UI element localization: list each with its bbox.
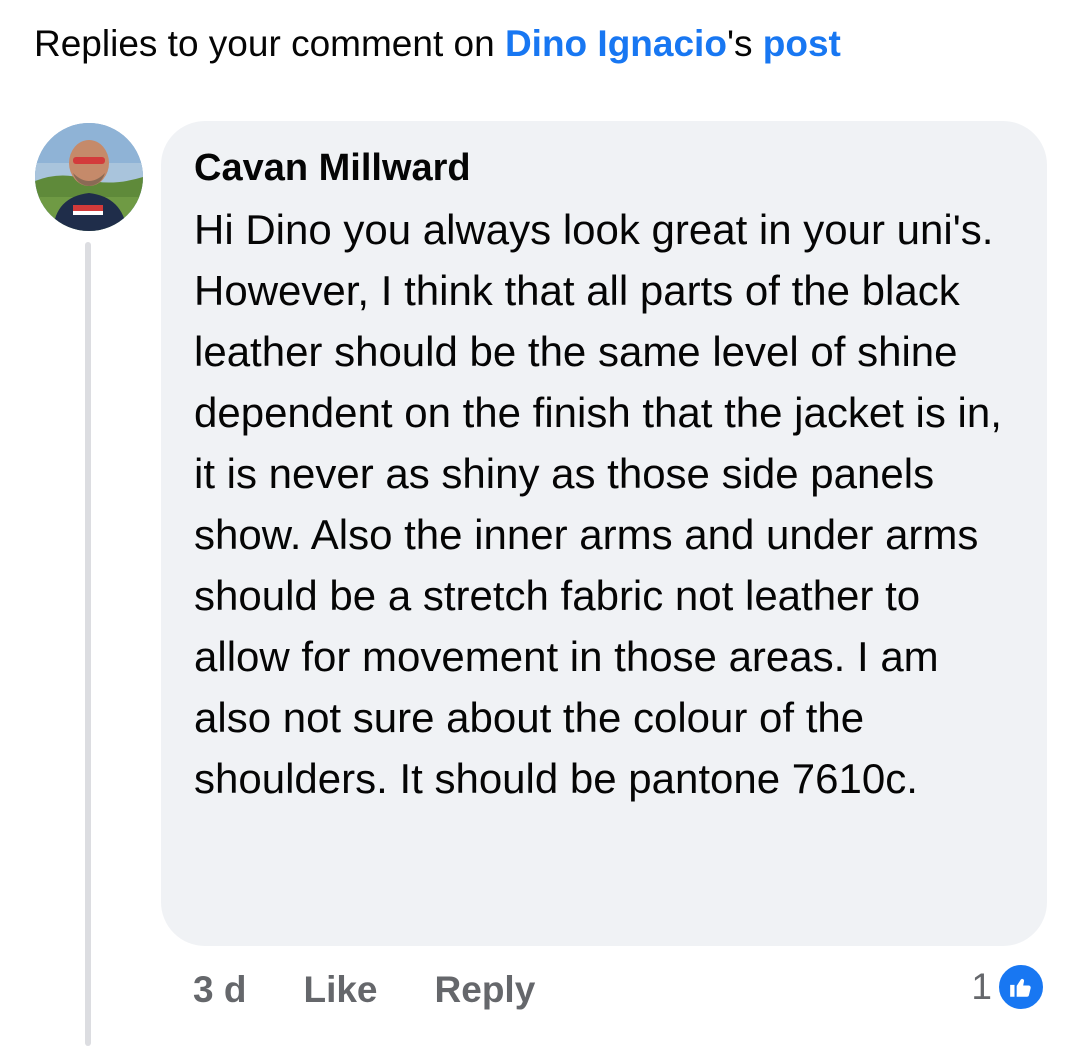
like-button[interactable]: Like	[303, 969, 377, 1011]
comment-bubble: Cavan Millward Hi Dino you always look g…	[161, 121, 1047, 946]
reaction-summary[interactable]: 1	[971, 962, 1046, 1012]
comment-timestamp[interactable]: 3 d	[193, 969, 246, 1011]
thread-line	[85, 242, 91, 1046]
post-link[interactable]: post	[763, 23, 841, 64]
reaction-count: 1	[971, 966, 992, 1007]
comment-text: Hi Dino you always look great in your un…	[194, 206, 1002, 802]
header-prefix: Replies to your comment on	[34, 23, 505, 64]
post-author-link[interactable]: Dino Ignacio	[505, 23, 727, 64]
comment-author-name[interactable]: Cavan Millward	[194, 143, 1017, 193]
reply-button[interactable]: Reply	[435, 969, 536, 1011]
comment-actions: 3 d Like Reply	[193, 964, 535, 1016]
thumbs-up-icon	[996, 962, 1046, 1012]
avatar[interactable]	[35, 123, 143, 231]
notification-header: Replies to your comment on Dino Ignacio'…	[34, 20, 841, 68]
profile-photo-icon	[35, 123, 143, 231]
header-possessive: 's	[726, 23, 763, 64]
